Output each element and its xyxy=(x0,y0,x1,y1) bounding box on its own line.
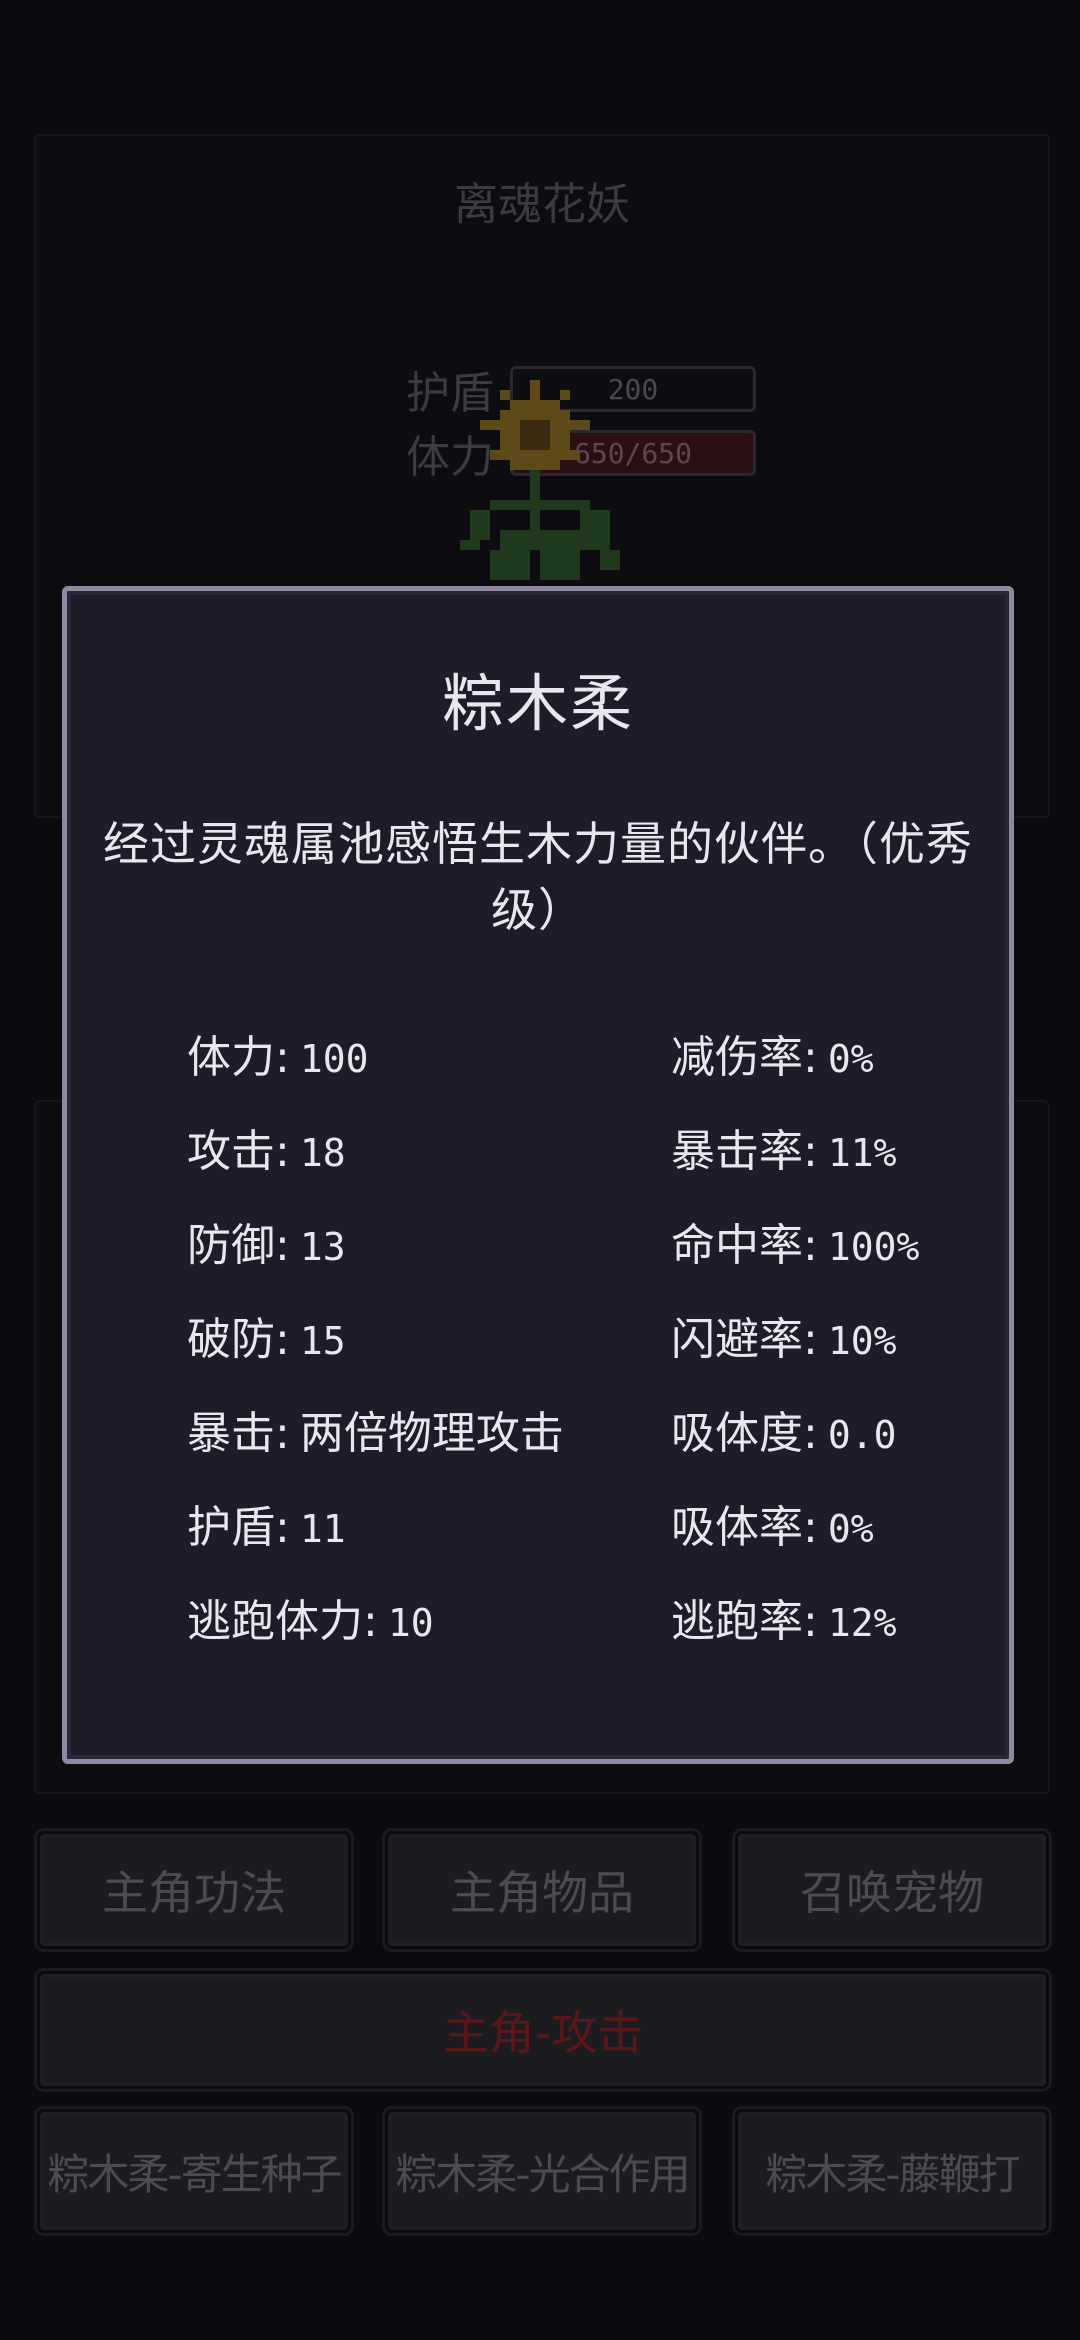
stat-row: 攻击:18 xyxy=(187,1115,564,1209)
pet-description: 经过灵魂属池感悟生木力量的伙伴。（优秀级） xyxy=(103,817,973,937)
pet-info-dialog[interactable]: 粽木柔 经过灵魂属池感悟生木力量的伙伴。（优秀级） 体力:100 攻击:18 防… xyxy=(62,586,1014,1764)
pet-skill-1-button[interactable]: 粽木柔-寄生种子 xyxy=(40,2112,348,2230)
enemy-name: 离魂花妖 xyxy=(454,179,630,230)
stat-row: 逃跑率:12% xyxy=(671,1585,919,1679)
stat-separator: : xyxy=(363,1596,378,1647)
stat-label: 攻击 xyxy=(187,1126,275,1177)
stat-separator: : xyxy=(803,1408,818,1459)
pet-stats-left: 体力:100 攻击:18 防御:13 破防:15 暴击: 两倍物理攻击 护盾:11… xyxy=(187,1021,564,1679)
stat-separator: : xyxy=(803,1126,818,1177)
stat-label: 吸体率 xyxy=(671,1502,803,1553)
stat-row: 防御:13 xyxy=(187,1209,564,1303)
stat-separator: : xyxy=(275,1126,290,1177)
enemy-sprite xyxy=(460,380,620,580)
stat-row: 吸体度:0.0 xyxy=(671,1397,919,1491)
stat-row: 减伤率:0% xyxy=(671,1021,919,1115)
stat-row: 护盾:11 xyxy=(187,1491,564,1585)
pet-skill-2-button[interactable]: 粽木柔-光合作用 xyxy=(388,2112,696,2230)
stat-row: 体力:100 xyxy=(187,1021,564,1115)
stat-label: 逃跑率 xyxy=(671,1596,803,1647)
stat-label: 暴击率 xyxy=(671,1126,803,1177)
stat-value: 10 xyxy=(387,1601,434,1645)
stat-label: 命中率 xyxy=(671,1220,803,1271)
stat-separator: : xyxy=(803,1032,818,1083)
stat-value: 13 xyxy=(299,1225,346,1269)
stat-label: 暴击 xyxy=(187,1408,275,1459)
stat-label: 闪避率 xyxy=(671,1314,803,1365)
summon-pet-button[interactable]: 召唤宠物 xyxy=(738,1834,1046,1946)
attack-button[interactable]: 主角-攻击 xyxy=(40,1974,1046,2086)
stat-row: 逃跑体力:10 xyxy=(187,1585,564,1679)
pet-name: 粽木柔 xyxy=(441,667,634,740)
stat-value: 100% xyxy=(827,1225,920,1269)
stat-value: 100 xyxy=(299,1037,369,1081)
stat-row: 破防:15 xyxy=(187,1303,564,1397)
stat-label: 减伤率 xyxy=(671,1032,803,1083)
pet-skill-3-button[interactable]: 粽木柔-藤鞭打 xyxy=(738,2112,1046,2230)
stat-value: 11 xyxy=(299,1507,346,1551)
stat-label: 体力 xyxy=(187,1032,275,1083)
stat-value: 两倍物理攻击 xyxy=(299,1408,564,1459)
stat-separator: : xyxy=(803,1596,818,1647)
stat-label: 破防 xyxy=(187,1314,275,1365)
stat-separator: : xyxy=(275,1408,290,1459)
stat-separator: : xyxy=(803,1220,818,1271)
stat-value: 10% xyxy=(827,1319,897,1363)
stat-separator: : xyxy=(275,1502,290,1553)
stat-label: 防御 xyxy=(187,1220,275,1271)
skills-button[interactable]: 主角功法 xyxy=(40,1834,348,1946)
stat-separator: : xyxy=(275,1220,290,1271)
stat-row: 暴击: 两倍物理攻击 xyxy=(187,1397,564,1491)
stat-value: 18 xyxy=(299,1131,346,1175)
stat-label: 吸体度 xyxy=(671,1408,803,1459)
stat-value: 0% xyxy=(827,1507,874,1551)
stat-value: 11% xyxy=(827,1131,897,1175)
stat-label: 护盾 xyxy=(187,1502,275,1553)
stat-value: 12% xyxy=(827,1601,897,1645)
stat-value: 0% xyxy=(827,1037,874,1081)
pet-stats-right: 减伤率:0% 暴击率:11% 命中率:100% 闪避率:10% 吸体度:0.0 … xyxy=(671,1021,919,1679)
stat-row: 闪避率:10% xyxy=(671,1303,919,1397)
stat-row: 暴击率:11% xyxy=(671,1115,919,1209)
stat-label: 逃跑体力 xyxy=(187,1596,363,1647)
stat-separator: : xyxy=(803,1314,818,1365)
stat-value: 15 xyxy=(299,1319,346,1363)
stat-separator: : xyxy=(275,1032,290,1083)
stat-row: 命中率:100% xyxy=(671,1209,919,1303)
stat-separator: : xyxy=(275,1314,290,1365)
stat-value: 0.0 xyxy=(827,1413,897,1457)
stat-row: 吸体率:0% xyxy=(671,1491,919,1585)
items-button[interactable]: 主角物品 xyxy=(388,1834,696,1946)
battle-screen: 离魂花妖 护盾 200 体力 650/650 主角功法 主角物品 召唤宠物 主角… xyxy=(0,0,1080,2340)
stat-separator: : xyxy=(803,1502,818,1553)
